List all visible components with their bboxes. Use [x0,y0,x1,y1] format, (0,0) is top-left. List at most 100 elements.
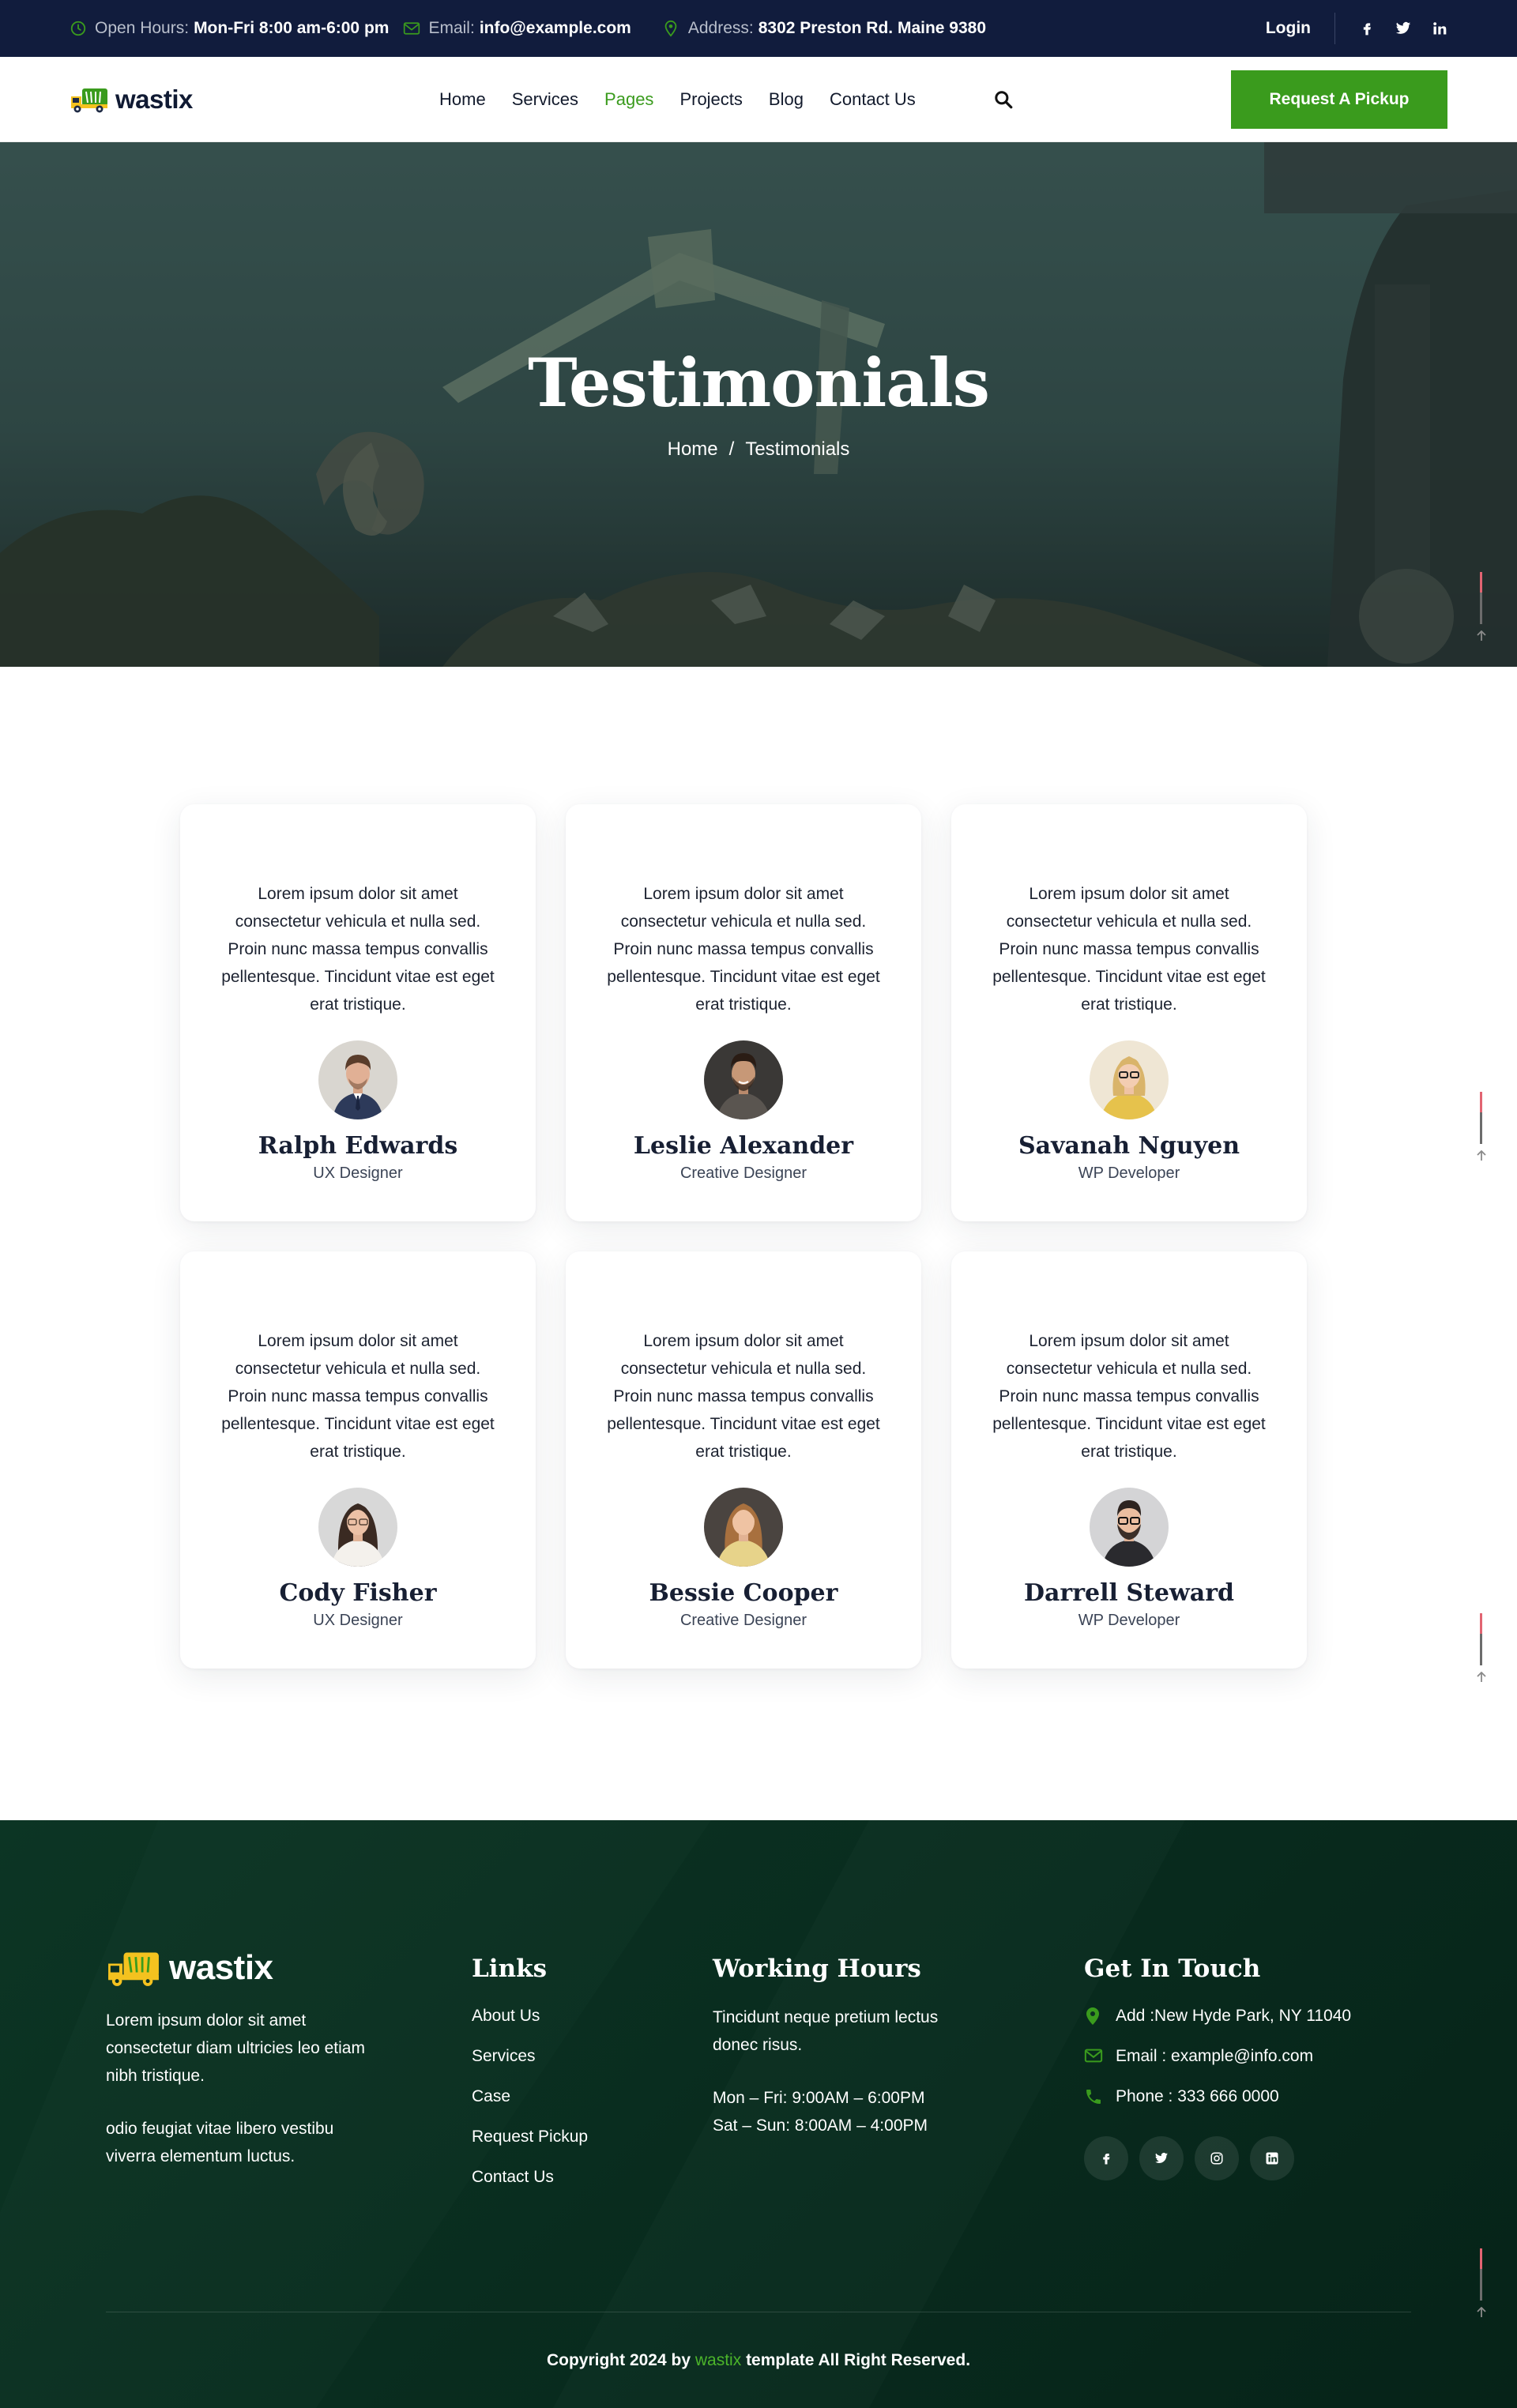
copyright-brand-link[interactable]: wastix [695,2351,741,2369]
twitter-icon[interactable] [1139,2136,1184,2180]
testimonial-card: Lorem ipsum dolor sit amet consectetur v… [951,1251,1307,1669]
location-pin-icon [1084,2007,1103,2026]
logo-text: wastix [115,84,193,114]
nav-item-contact[interactable]: Contact Us [830,89,916,110]
breadcrumb-separator: / [728,438,735,460]
testimonial-name: Leslie Alexander [633,1132,854,1160]
footer-link-request-pickup[interactable]: Request Pickup [472,2128,588,2147]
footer-social [1084,2136,1351,2180]
avatar [318,1488,397,1567]
topbar-social [1359,21,1447,36]
testimonials-section: Lorem ipsum dolor sit amet consectetur v… [0,667,1517,1820]
footer-logo[interactable]: wastix [106,1948,367,1988]
arrow-up-icon [1477,2307,1486,2317]
footer-hours-intro: Tincidunt neque pretium lectus donec ris… [713,2008,939,2054]
arrow-up-icon [1477,630,1486,641]
arrow-up-icon [1477,1672,1486,1682]
truck-logo-icon [71,88,107,112]
footer-link-services[interactable]: Services [472,2047,588,2066]
avatar [704,1488,783,1567]
instagram-icon[interactable] [1195,2136,1239,2180]
scroll-to-top-indicator[interactable] [1476,1613,1486,1683]
testimonial-role: Creative Designer [679,1164,807,1182]
site-footer: wastix Lorem ipsum dolor sit amet consec… [0,1820,1517,2408]
testimonial-quote: Lorem ipsum dolor sit amet consectetur v… [607,885,880,1014]
footer-links-title: Links [472,1955,548,1983]
open-hours: Open Hours: Mon-Fri 8:00 am-6:00 pm [70,19,389,38]
search-icon[interactable] [993,89,1014,110]
avatar [318,1040,397,1119]
nav-item-projects[interactable]: Projects [679,89,742,110]
avatar [1090,1488,1169,1567]
testimonial-name: Savanah Nguyen [1018,1132,1240,1160]
testimonial-card: Lorem ipsum dolor sit amet consectetur v… [566,804,921,1221]
main-navbar: wastix Home Services Pages Projects Blog… [0,57,1517,142]
nav-item-home[interactable]: Home [439,89,486,110]
scroll-to-top-indicator[interactable] [1476,1092,1486,1161]
testimonial-name: Darrell Steward [1023,1579,1235,1607]
footer-contact: Get In Touch Add :New Hyde Park, NY 1104… [1084,1955,1351,2180]
copyright: Copyright 2024 by wastix template All Ri… [0,2351,1517,2370]
twitter-icon[interactable] [1395,21,1411,36]
testimonial-role: UX Designer [313,1612,403,1629]
request-pickup-button[interactable]: Request A Pickup [1231,70,1447,129]
address-label: Address: [687,19,754,37]
facebook-icon[interactable] [1359,21,1375,36]
footer-hours-title: Working Hours [713,1955,921,1983]
testimonial-role: UX Designer [313,1164,403,1182]
linkedin-icon[interactable] [1250,2136,1294,2180]
footer-about-text: Lorem ipsum dolor sit amet consectetur d… [106,2011,365,2085]
site-logo[interactable]: wastix [70,85,386,115]
page-hero: Testimonials Home / Testimonials [0,142,1517,667]
breadcrumb: Home / Testimonials [0,438,1517,461]
arrow-up-icon [1477,1150,1486,1161]
testimonial-role: WP Developer [1078,1164,1180,1182]
mail-icon [1084,2047,1103,2066]
mail-icon [403,20,420,37]
footer-phone[interactable]: Phone : 333 666 0000 [1084,2087,1351,2106]
linkedin-icon[interactable] [1432,21,1447,36]
scroll-progress-line [1479,2248,1482,2301]
scroll-to-top-indicator[interactable] [1476,2248,1486,2318]
footer-link-contact[interactable]: Contact Us [472,2168,588,2187]
avatar [704,1040,783,1119]
testimonial-card: Lorem ipsum dolor sit amet consectetur v… [951,804,1307,1221]
testimonial-quote: Lorem ipsum dolor sit amet consectetur v… [221,1332,495,1461]
testimonial-card: Lorem ipsum dolor sit amet consectetur v… [180,804,536,1221]
testimonials-grid: Lorem ipsum dolor sit amet consectetur v… [180,804,1307,1669]
footer-hours-weekend: Sat – Sun: 8:00AM – 4:00PM [713,2116,928,2135]
footer-hours-weekday: Mon – Fri: 9:00AM – 6:00PM [713,2089,925,2107]
page-title: Testimonials [528,344,990,422]
testimonial-quote: Lorem ipsum dolor sit amet consectetur v… [992,885,1266,1014]
open-hours-label: Open Hours: [95,19,190,37]
footer-links: Links About Us Services Case Request Pic… [472,1955,588,2208]
footer-address-text: Add :New Hyde Park, NY 11040 [1116,2007,1352,2025]
scroll-progress-line [1479,1613,1482,1665]
footer-logo-text: wastix [169,1948,273,1987]
nav-item-blog[interactable]: Blog [769,89,804,110]
footer-working-hours: Working Hours Tincidunt neque pretium le… [713,1955,981,2139]
testimonial-quote: Lorem ipsum dolor sit amet consectetur v… [607,1332,880,1461]
nav-menu: Home Services Pages Projects Blog Contac… [439,89,916,110]
footer-link-case[interactable]: Case [472,2087,588,2106]
open-hours-value: Mon-Fri 8:00 am-6:00 pm [194,19,390,37]
address-value: 8302 Preston Rd. Maine 9380 [758,19,987,37]
footer-link-about[interactable]: About Us [472,2007,588,2026]
login-link[interactable]: Login [1266,13,1335,44]
footer-about: wastix Lorem ipsum dolor sit amet consec… [106,1948,367,2170]
facebook-icon[interactable] [1084,2136,1128,2180]
top-info-bar: Open Hours: Mon-Fri 8:00 am-6:00 pm Emai… [0,0,1517,57]
email-value[interactable]: info@example.com [480,19,631,38]
truck-logo-icon [108,1952,159,1986]
footer-email[interactable]: Email : example@info.com [1084,2047,1351,2066]
footer-about-text-2: odio feugiat vitae libero vestibu viverr… [106,2120,334,2165]
email-info: Email: info@example.com [403,19,631,38]
scroll-to-top-indicator[interactable] [1476,572,1486,642]
email-label: Email: [428,19,475,37]
nav-item-pages[interactable]: Pages [604,89,653,110]
copyright-prefix: Copyright 2024 by [546,2351,691,2369]
testimonial-role: Creative Designer [679,1612,807,1629]
breadcrumb-current: Testimonials [745,438,850,460]
nav-item-services[interactable]: Services [512,89,578,110]
breadcrumb-home[interactable]: Home [668,438,718,460]
